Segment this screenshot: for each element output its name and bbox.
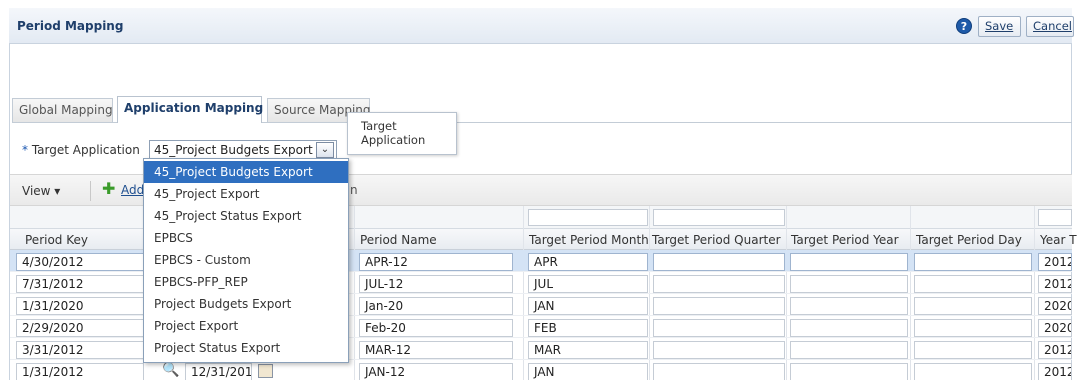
filter-input-quarter[interactable] <box>653 209 785 226</box>
target-application-tooltip: Target Application <box>347 112 457 155</box>
help-icon[interactable]: ? <box>956 18 972 34</box>
period-key-cell[interactable]: 1/31/2012 <box>16 363 144 380</box>
target-quarter-cell[interactable] <box>653 363 785 380</box>
target-year-cell[interactable] <box>790 297 908 315</box>
tab-application-mapping[interactable]: Application Mapping <box>117 96 263 123</box>
target-quarter-cell[interactable] <box>653 319 785 337</box>
target-application-label-text: Target Application <box>31 143 140 157</box>
col-header-year-t[interactable]: Year T <box>1040 233 1077 247</box>
period-key-cell[interactable]: 1/31/2020 <box>16 297 144 315</box>
dropdown-option[interactable]: Project Export <box>144 315 348 337</box>
dropdown-option[interactable]: EPBCS - Custom <box>144 249 348 271</box>
page-title: Period Mapping <box>17 19 124 33</box>
target-application-select[interactable]: 45_Project Budgets Export ⌄ <box>149 140 337 160</box>
required-marker: * <box>22 143 28 157</box>
col-header-period-key[interactable]: Period Key <box>25 233 88 247</box>
target-application-label: * Target Application <box>22 143 140 157</box>
target-day-cell[interactable] <box>914 363 1032 380</box>
period-name-cell[interactable]: Jan-20 <box>359 297 513 315</box>
dropdown-option[interactable]: EPBCS <box>144 227 348 249</box>
target-quarter-cell[interactable] <box>653 275 785 293</box>
target-day-cell[interactable] <box>914 341 1032 359</box>
period-name-cell[interactable]: Feb-20 <box>359 319 513 337</box>
period-key-cell[interactable]: 4/30/2012 <box>16 253 144 271</box>
period-key-cell[interactable]: 2/29/2020 <box>16 319 144 337</box>
target-year-cell[interactable] <box>790 253 908 271</box>
period-key-cell[interactable]: 3/31/2012 <box>16 341 144 359</box>
year-t-cell[interactable]: 2020 <box>1038 319 1072 337</box>
dropdown-option[interactable]: 45_Project Status Export <box>144 205 348 227</box>
target-year-cell[interactable] <box>790 341 908 359</box>
col-header-period-name[interactable]: Period Name <box>360 233 437 247</box>
target-month-cell[interactable]: APR <box>528 253 648 271</box>
page-header: Period Mapping ? Save Cancel <box>9 8 1074 44</box>
year-t-cell[interactable]: 2012 <box>1038 253 1072 271</box>
year-t-cell[interactable]: 2012 <box>1038 275 1072 293</box>
dropdown-option[interactable]: Project Status Export <box>144 337 348 359</box>
target-application-dropdown[interactable]: 45_Project Budgets Export 45_Project Exp… <box>143 158 349 363</box>
period-name-cell[interactable]: APR-12 <box>359 253 513 271</box>
target-quarter-cell[interactable] <box>653 341 785 359</box>
target-month-cell[interactable]: JAN <box>528 363 648 380</box>
tab-global-mapping[interactable]: Global Mapping <box>12 98 113 122</box>
add-button[interactable]: Add <box>121 183 144 197</box>
prior-period-key-cell[interactable]: 12/31/2011 <box>185 363 252 380</box>
year-t-cell[interactable]: 2020 <box>1038 297 1072 315</box>
target-day-cell[interactable] <box>914 319 1032 337</box>
target-day-cell[interactable] <box>914 275 1032 293</box>
dropdown-option[interactable]: 45_Project Budgets Export <box>144 161 348 183</box>
target-month-cell[interactable]: FEB <box>528 319 648 337</box>
chevron-down-icon[interactable]: ⌄ <box>316 142 334 158</box>
col-header-target-period-day[interactable]: Target Period Day <box>916 233 1022 247</box>
dropdown-option[interactable]: EPBCS-PFP_REP <box>144 271 348 293</box>
filter-input-month[interactable] <box>528 209 648 226</box>
view-menu[interactable]: View ▾ <box>22 184 60 198</box>
target-application-value: 45_Project Budgets Export <box>154 143 313 157</box>
target-day-cell[interactable] <box>914 253 1032 271</box>
target-year-cell[interactable] <box>790 319 908 337</box>
target-year-cell[interactable] <box>790 275 908 293</box>
year-t-cell[interactable]: 2012 <box>1038 341 1072 359</box>
toolbar-divider <box>90 181 91 201</box>
target-month-cell[interactable]: JUL <box>528 275 648 293</box>
col-header-target-period-quarter[interactable]: Target Period Quarter <box>652 233 781 247</box>
dropdown-option[interactable]: Project Budgets Export <box>144 293 348 315</box>
col-header-target-period-month[interactable]: Target Period Month <box>529 233 649 247</box>
target-month-cell[interactable]: JAN <box>528 297 648 315</box>
search-icon[interactable]: 🔍 <box>162 362 179 378</box>
period-name-cell[interactable]: JAN-12 <box>359 363 513 380</box>
period-name-cell[interactable]: MAR-12 <box>359 341 513 359</box>
cancel-button[interactable]: Cancel <box>1026 16 1074 37</box>
add-icon[interactable]: ✚ <box>102 181 115 197</box>
col-header-target-period-year[interactable]: Target Period Year <box>791 233 899 247</box>
filter-input-year-t[interactable] <box>1038 209 1072 226</box>
year-t-cell[interactable]: 2012 <box>1038 363 1072 380</box>
period-name-cell[interactable]: JUL-12 <box>359 275 513 293</box>
target-quarter-cell[interactable] <box>653 253 785 271</box>
toolbar-fragment-text: n <box>350 183 358 197</box>
target-year-cell[interactable] <box>790 363 908 380</box>
table-row[interactable]: 1/31/2012 🔍 12/31/2011 JAN-12 JAN 2012 <box>10 360 1072 380</box>
target-month-cell[interactable]: MAR <box>528 341 648 359</box>
calendar-icon[interactable] <box>258 364 273 378</box>
target-quarter-cell[interactable] <box>653 297 785 315</box>
dropdown-option[interactable]: 45_Project Export <box>144 183 348 205</box>
period-key-cell[interactable]: 7/31/2012 <box>16 275 144 293</box>
target-day-cell[interactable] <box>914 297 1032 315</box>
save-button[interactable]: Save <box>978 16 1021 37</box>
